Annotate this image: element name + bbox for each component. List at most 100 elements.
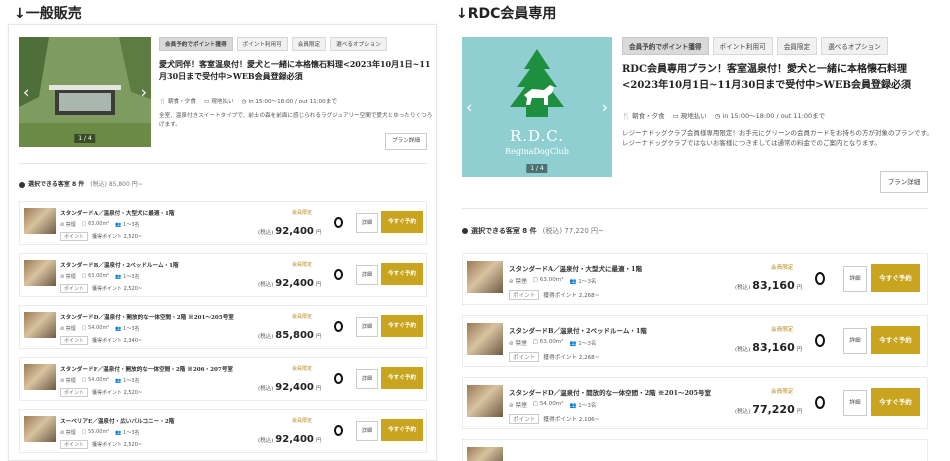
meals-info: 🍴 朝食・夕食 bbox=[622, 112, 665, 120]
area-icon: ▢ 63.00m² bbox=[532, 277, 564, 283]
guests-icon: 👥 1〜3名 bbox=[115, 430, 140, 436]
checkin-info: ◷ in 15:00〜18:00 / out 11:00まで bbox=[714, 112, 826, 120]
availability-circle-icon bbox=[815, 396, 825, 409]
check-icon bbox=[19, 181, 25, 188]
room-row: スタンダードF／温泉付・開放的な一体空間・2階 ※206・207号室 ⊘ 禁煙 ▢… bbox=[19, 357, 427, 401]
availability-circle-icon bbox=[334, 321, 343, 332]
no-smoking-icon: ⊘ 禁煙 bbox=[509, 403, 527, 409]
room-points: ポイント 獲得ポイント 2,268~ bbox=[509, 352, 599, 362]
room-points: ポイント 獲得ポイント 2,340~ bbox=[60, 336, 142, 345]
tag-member-only: 会員限定 bbox=[776, 37, 818, 55]
room-row: スタンダードB／温泉付・2ベッドルーム・1階 ⊘ 禁煙 ▢ 63.00m² 👥 1〜… bbox=[19, 253, 427, 297]
room-photo[interactable] bbox=[24, 208, 56, 234]
room-name[interactable]: スタンダードD／温泉付・開放的な一体空間・2階 ※201〜205号室 bbox=[509, 387, 711, 397]
room-photo[interactable] bbox=[24, 364, 56, 390]
room-photo[interactable] bbox=[467, 323, 503, 355]
plan-tags: 会員予約でポイント獲得 ポイント利用可 会員限定 選べるオプション bbox=[622, 37, 888, 55]
member-only-label: 会員限定 bbox=[292, 418, 313, 424]
room-detail-button[interactable]: 詳細 bbox=[356, 317, 378, 337]
room-photo[interactable] bbox=[24, 416, 56, 442]
rdc-logo-image[interactable]: R.D.C. ReginaDogClub ‹ › 1 / 4 bbox=[462, 37, 612, 177]
member-only-label: 会員限定 bbox=[771, 389, 794, 395]
availability-circle-icon bbox=[334, 425, 343, 436]
no-smoking-icon: ⊘ 禁煙 bbox=[60, 430, 76, 436]
room-photo[interactable] bbox=[467, 447, 503, 461]
room-meta: ⊘ 禁煙 ▢ 63.00m² 👥 1〜3名 bbox=[60, 273, 140, 280]
plan-detail-button[interactable]: プラン詳細 bbox=[385, 133, 427, 150]
area-icon: ▢ 54.00m² bbox=[81, 325, 110, 331]
room-meta: ⊘ 禁煙 ▢ 63.00m² 👥 1〜3名 bbox=[60, 221, 140, 228]
member-only-label: 会員限定 bbox=[771, 327, 794, 333]
book-now-button[interactable]: 今すぐ予約 bbox=[381, 315, 423, 337]
room-detail-button[interactable]: 詳細 bbox=[843, 390, 867, 416]
general-sale-heading: ↓一般販売 bbox=[14, 6, 82, 22]
room-photo[interactable] bbox=[467, 385, 503, 417]
tag-points-earn: 会員予約でポイント獲得 bbox=[622, 37, 709, 55]
room-photo[interactable] bbox=[24, 312, 56, 338]
no-smoking-icon: ⊘ 禁煙 bbox=[60, 274, 76, 280]
available-rooms-summary: 選択できる客室 8 件 (税込) 77,220 円~ bbox=[462, 226, 604, 236]
rdc-plan-panel: R.D.C. ReginaDogClub ‹ › 1 / 4 会員予約でポイント… bbox=[452, 24, 942, 461]
book-now-button[interactable]: 今すぐ予約 bbox=[381, 211, 423, 233]
room-name[interactable]: スタンダードA／温泉付・大型犬に最適・1階 bbox=[509, 263, 642, 273]
slider-counter: 1 / 4 bbox=[74, 134, 96, 143]
book-now-button[interactable]: 今すぐ予約 bbox=[871, 326, 920, 354]
area-icon: ▢ 54.00m² bbox=[81, 377, 110, 383]
area-icon: ▢ 63.00m² bbox=[81, 221, 110, 227]
tree-dog-logo-icon bbox=[510, 49, 564, 117]
area-icon: ▢ 63.00m² bbox=[81, 273, 110, 279]
room-name[interactable]: スタンダードB／温泉付・2ベッドルーム・1階 bbox=[60, 261, 179, 269]
member-only-label: 会員限定 bbox=[292, 314, 313, 320]
slider-prev-icon[interactable]: ‹ bbox=[466, 98, 472, 117]
book-now-button[interactable]: 今すぐ予約 bbox=[381, 367, 423, 389]
room-photo[interactable] bbox=[467, 261, 503, 293]
room-name[interactable]: スタンダードB／温泉付・2ベッドルーム・1階 bbox=[509, 325, 647, 335]
book-now-button[interactable]: 今すぐ予約 bbox=[381, 263, 423, 285]
room-detail-button[interactable]: 詳細 bbox=[356, 265, 378, 285]
member-only-label: 会員限定 bbox=[292, 210, 313, 216]
divider bbox=[19, 163, 427, 164]
hotel-photo[interactable]: ‹ › 1 / 4 bbox=[19, 37, 151, 147]
book-now-button[interactable]: 今すぐ予約 bbox=[871, 264, 920, 292]
slider-next-icon[interactable]: › bbox=[602, 98, 608, 117]
rdc-logo-subtitle: ReginaDogClub bbox=[505, 147, 569, 156]
payment-info: ▭ 現地払い bbox=[203, 99, 234, 105]
room-price: (税込) 92,400 円 bbox=[258, 434, 322, 445]
room-meta: ⊘ 禁煙 ▢ 54.00m² 👥 1〜3名 bbox=[60, 377, 140, 384]
room-name[interactable]: スタンダードA／温泉付・大型犬に最適・1階 bbox=[60, 209, 175, 217]
room-detail-button[interactable]: 詳細 bbox=[843, 328, 867, 354]
room-row: スタンダードB／温泉付・2ベッドルーム・1階 ⊘ 禁煙 ▢ 63.00m² 👥 1〜… bbox=[462, 315, 928, 367]
tag-points-use: ポイント利用可 bbox=[236, 37, 288, 51]
room-detail-button[interactable]: 詳細 bbox=[356, 421, 378, 441]
room-photo[interactable] bbox=[24, 260, 56, 286]
room-points: ポイント 獲得ポイント 2,520~ bbox=[60, 284, 142, 293]
slider-next-icon[interactable]: › bbox=[141, 83, 147, 102]
guests-icon: 👥 1〜3名 bbox=[115, 222, 140, 228]
room-points: ポイント 獲得ポイント 2,520~ bbox=[60, 232, 142, 241]
tag-points-earn: 会員予約でポイント獲得 bbox=[159, 37, 233, 51]
plan-title[interactable]: 愛犬同伴！客室温泉付！愛犬と一緒に本格懐石料理<2023年10月1日~11月30… bbox=[159, 58, 431, 83]
room-detail-button[interactable]: 詳細 bbox=[843, 266, 867, 292]
room-name[interactable]: スタンダードD／温泉付・開放的な一体空間・2階 ※201〜205号室 bbox=[60, 313, 234, 321]
guests-icon: 👥 1〜3名 bbox=[115, 326, 140, 332]
divider bbox=[462, 208, 928, 209]
slider-prev-icon[interactable]: ‹ bbox=[23, 83, 29, 102]
clock-icon: ◷ bbox=[714, 112, 721, 120]
plan-description: レジーナドッグクラブ会員様専用限定！お手元にグリーンの会員カードをお持ちの方が対… bbox=[622, 129, 933, 148]
room-detail-button[interactable]: 詳細 bbox=[356, 369, 378, 389]
room-points: ポイント 獲得ポイント 2,268~ bbox=[509, 290, 599, 300]
plan-detail-button[interactable]: プラン詳細 bbox=[880, 171, 928, 193]
room-price: (税込) 77,220 円 bbox=[735, 403, 803, 416]
room-name[interactable]: スーペリアE／温泉付・広いバルコニー・2階 bbox=[60, 417, 174, 425]
availability-circle-icon bbox=[334, 217, 343, 228]
availability-circle-icon bbox=[334, 269, 343, 280]
room-detail-button[interactable]: 詳細 bbox=[356, 213, 378, 233]
guests-icon: 👥 1〜3名 bbox=[569, 279, 597, 285]
room-price: (税込) 85,800 円 bbox=[258, 330, 322, 341]
available-rooms-summary: 選択できる客室 8 件 (税込) 85,800 円~ bbox=[19, 179, 143, 188]
book-now-button[interactable]: 今すぐ予約 bbox=[381, 419, 423, 441]
guests-icon: 👥 1〜3名 bbox=[569, 403, 597, 409]
room-name[interactable]: スタンダードF／温泉付・開放的な一体空間・2階 ※206・207号室 bbox=[60, 365, 233, 373]
book-now-button[interactable]: 今すぐ予約 bbox=[871, 388, 920, 416]
plan-title[interactable]: RDC会員専用プラン！客室温泉付！愛犬と一緒に本格懐石料理<2023年10月1日… bbox=[622, 62, 934, 93]
